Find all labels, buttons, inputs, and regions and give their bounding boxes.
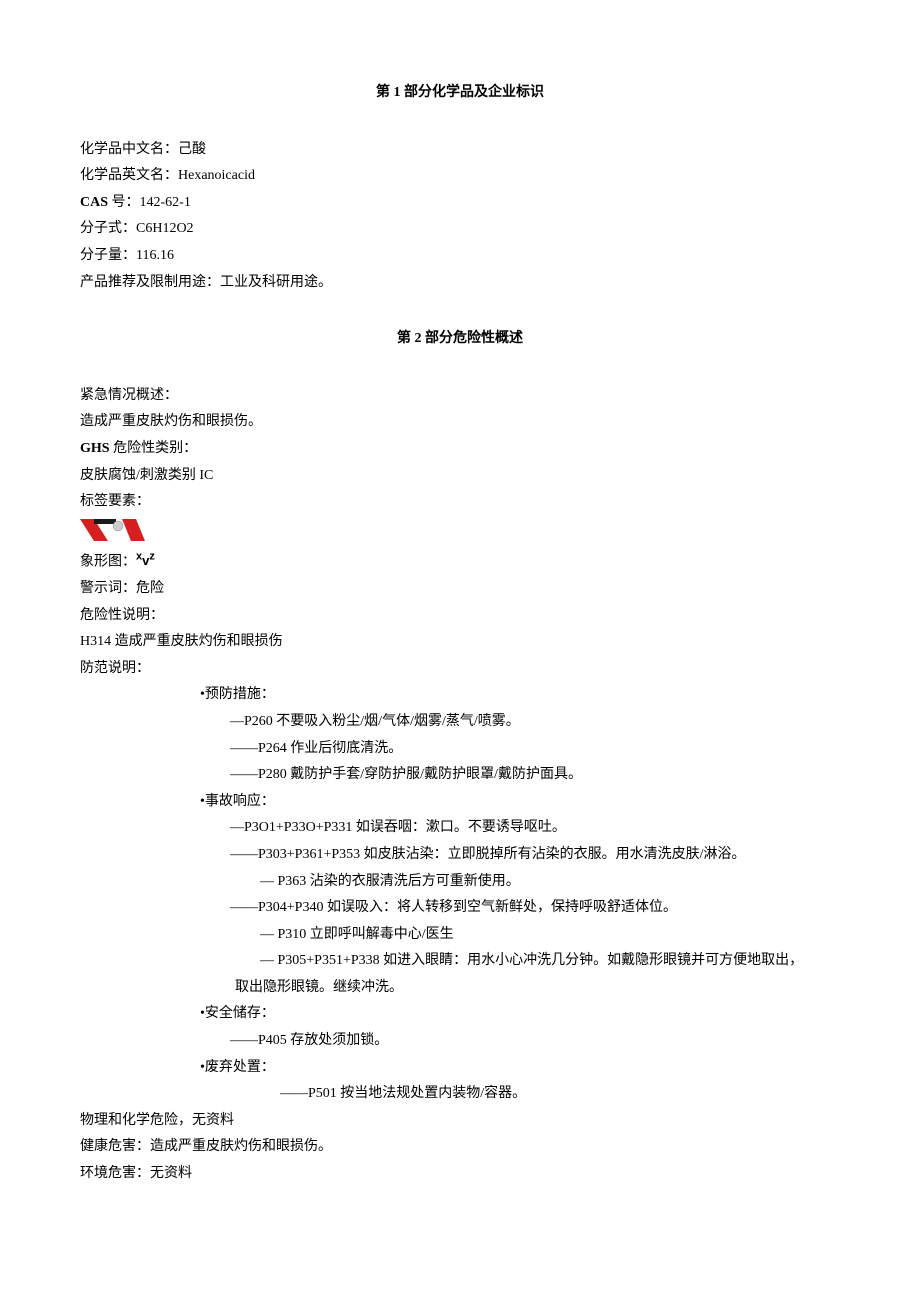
prevention-item: ——P264 作业后彻底清洗。 (80, 736, 840, 763)
response-item: ——P304+P340 如误吸入：将人转移到空气新鲜处，保持呼吸舒适体位。 (80, 895, 840, 922)
response-item: —P3O1+P33O+P331 如误吞咽：漱口。不要诱导呕吐。 (80, 815, 840, 842)
cas-prefix: CAS (80, 195, 112, 210)
response-item-cont: 取出隐形眼镜。继续冲洗。 (80, 975, 840, 1002)
prevention-heading: •预防措施： (80, 682, 840, 709)
pictogram-xvz: xvz (136, 552, 155, 568)
signal-word: 警示词：危险 (80, 576, 840, 603)
section-1-title: 第 1 部分化学品及企业标识 (80, 80, 840, 107)
pictogram-label: 象形图： (80, 554, 136, 569)
storage-heading: •安全储存： (80, 1001, 840, 1028)
storage-item: ——P405 存放处须加锁。 (80, 1028, 840, 1055)
ghs-pictogram-icon (80, 519, 140, 544)
english-name: 化学品英文名：Hexanoicacid (80, 163, 840, 190)
response-item: — P363 沾染的衣服清洗后方可重新使用。 (80, 869, 840, 896)
response-item: — P310 立即呼叫解毒中心/医生 (80, 922, 840, 949)
ghs-category-text: 皮肤腐蚀/刺激类别 IC (80, 463, 840, 490)
chinese-name: 化学品中文名：己酸 (80, 137, 840, 164)
response-item: — P305+P351+P338 如进入眼睛：用水小心冲洗几分钟。如戴隐形眼镜并… (80, 948, 840, 975)
hazard-statement-text: H314 造成严重皮肤灼伤和眼损伤 (80, 629, 840, 656)
prevention-item: ——P280 戴防护手套/穿防护服/戴防护眼罩/戴防护面具。 (80, 762, 840, 789)
emergency-text: 造成严重皮肤灼伤和眼损伤。 (80, 409, 840, 436)
cas-number: CAS 号：142-62-1 (80, 190, 840, 217)
ghs-prefix: GHS (80, 441, 113, 456)
pictogram-line: 象形图：xvz (80, 547, 840, 576)
disposal-heading: •废弃处置： (80, 1055, 840, 1082)
label-elements: 标签要素： (80, 489, 840, 516)
emergency-label: 紧急情况概述： (80, 383, 840, 410)
response-item: ——P303+P361+P353 如皮肤沾染：立即脱掉所有沾染的衣服。用水清洗皮… (80, 842, 840, 869)
ghs-category-label: GHS 危险性类别： (80, 436, 840, 463)
molecular-weight: 分子量：116.16 (80, 243, 840, 270)
prevention-item: —P260 不要吸入粉尘/烟/气体/烟雾/蒸气/喷雾。 (80, 709, 840, 736)
ghs-suffix: 危险性类别： (113, 441, 197, 456)
health-hazard: 健康危害：造成严重皮肤灼伤和眼损伤。 (80, 1134, 840, 1161)
disposal-item: ——P501 按当地法规处置内装物/容器。 (80, 1081, 840, 1108)
precaution-label: 防范说明： (80, 656, 840, 683)
cas-value: 号：142-62-1 (112, 195, 191, 210)
molecular-formula: 分子式：C6H12O2 (80, 216, 840, 243)
environmental-hazard: 环境危害：无资料 (80, 1161, 840, 1188)
section-2-title: 第 2 部分危险性概述 (80, 326, 840, 353)
physical-chemical-hazard: 物理和化学危险，无资料 (80, 1108, 840, 1135)
hazard-statement-label: 危险性说明： (80, 603, 840, 630)
response-heading: •事故响应： (80, 789, 840, 816)
recommended-use: 产品推荐及限制用途：工业及科研用途。 (80, 270, 840, 297)
